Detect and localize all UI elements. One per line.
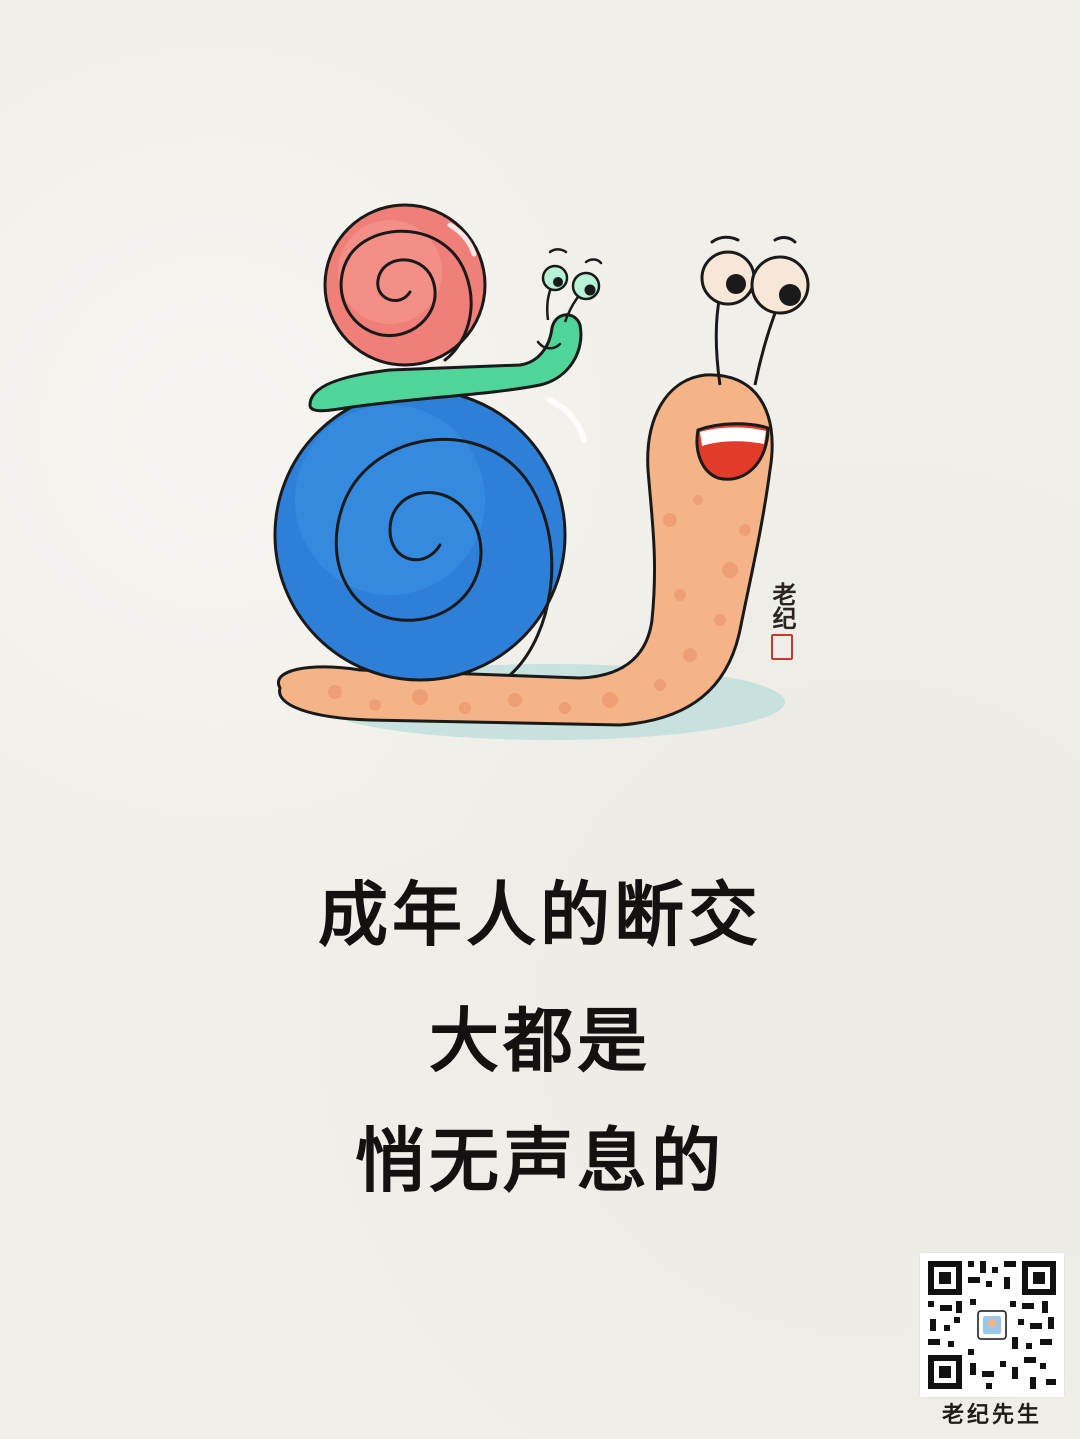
headline: 成年人的断交 大都是 悄无声息的 (0, 868, 1080, 1196)
qr-caption: 老纪先生 (941, 1403, 1042, 1428)
headline-line-1: 成年人的断交 (318, 874, 762, 956)
signature-text: 老纪 (768, 582, 797, 630)
big-eye-right (750, 255, 810, 315)
qr-code-icon[interactable] (920, 1253, 1064, 1397)
artist-signature: 老纪 (762, 582, 802, 660)
big-shell-highlight (295, 405, 485, 595)
big-shell-shine (547, 397, 587, 443)
snail-illustration (250, 200, 830, 760)
headline-line-3: 悄无声息的 (355, 1120, 725, 1202)
qr-block: 老纪先生 (920, 1253, 1064, 1429)
seal-stamp-icon (771, 634, 793, 660)
snail-drawing (273, 203, 810, 740)
headline-line-2: 大都是 (429, 1000, 651, 1082)
big-eye-stalk-left (714, 294, 722, 386)
small-eye-right (571, 271, 601, 301)
